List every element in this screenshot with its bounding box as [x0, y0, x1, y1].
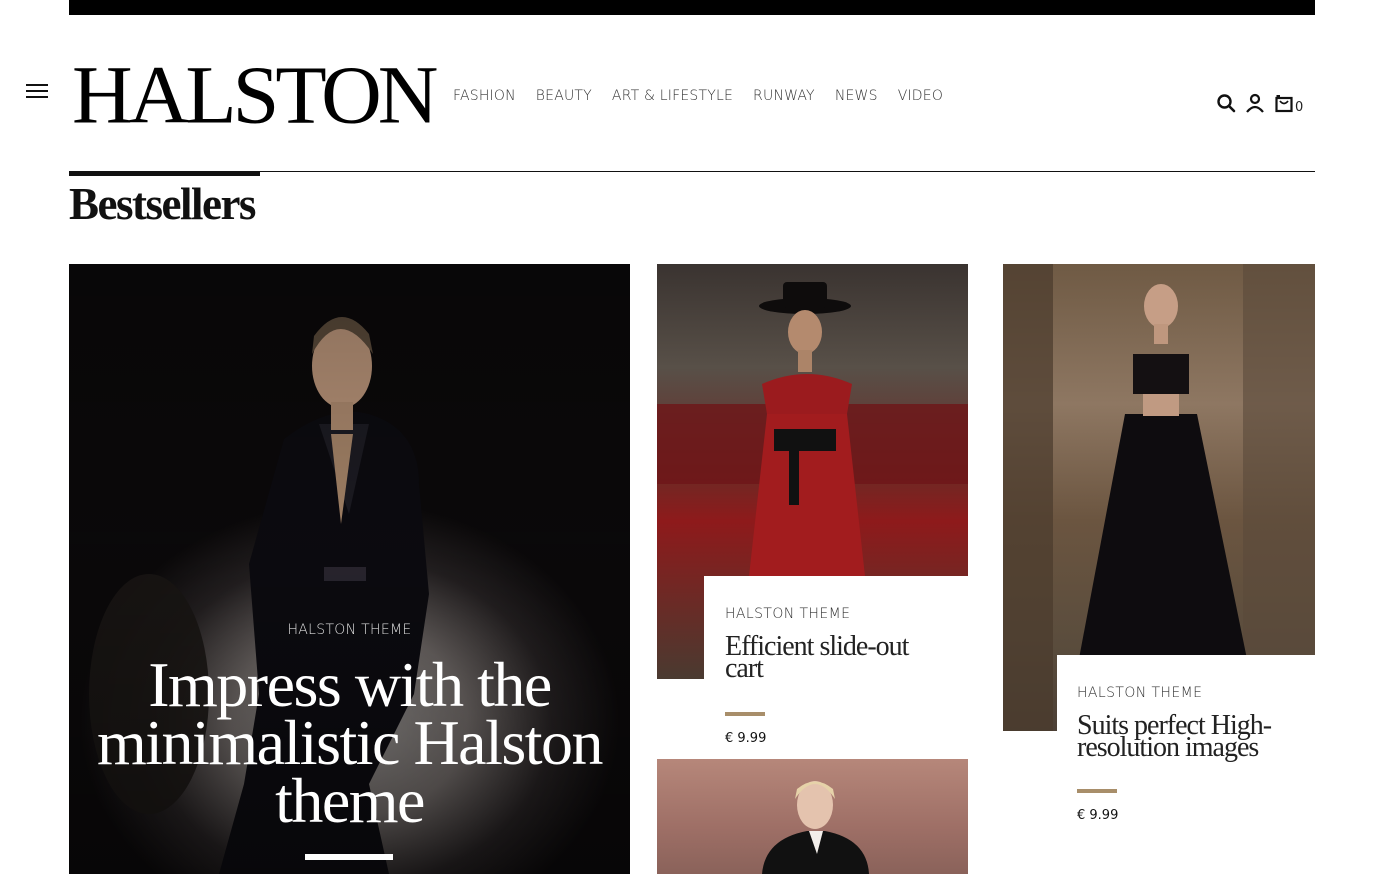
section-title: Bestsellers [69, 179, 256, 229]
user-icon[interactable] [1245, 92, 1265, 114]
product-accent-bar [725, 712, 765, 716]
product-title[interactable]: Efficient slide-out cart [725, 633, 948, 683]
cart-count-badge[interactable]: 0 [1295, 100, 1303, 115]
hero-title[interactable]: Impress with the minimalistic Halston th… [89, 653, 610, 833]
product-price: € 9.99 [1077, 808, 1119, 823]
product-accent-bar [1077, 789, 1117, 793]
product-price: € 9.99 [725, 731, 767, 746]
hero-kicker: HALSTON THEME [287, 622, 412, 638]
cart-icon[interactable] [1274, 92, 1294, 114]
menu-icon[interactable] [26, 84, 48, 100]
nav-item-runway[interactable]: RUNWAY [753, 88, 815, 104]
hero-accent-bar [305, 854, 393, 860]
product-info-panel: HALSTON THEME Efficient slide-out cart €… [704, 576, 968, 746]
product-model-image [762, 781, 869, 874]
nav-item-news[interactable]: NEWS [835, 88, 878, 104]
main-nav: FASHION BEAUTY ART & LIFESTYLE RUNWAY NE… [453, 88, 963, 104]
product-card-high-resolution[interactable]: HALSTON THEME Suits perfect High-resolut… [1003, 264, 1315, 854]
product-image[interactable] [657, 759, 968, 874]
section-divider-accent [69, 171, 260, 176]
header-utilities: 0 [1216, 92, 1303, 115]
product-title[interactable]: Suits perfect High-resolution images [1077, 712, 1295, 762]
product-info-panel: HALSTON THEME Suits perfect High-resolut… [1057, 655, 1315, 854]
top-announcement-bar [69, 0, 1315, 15]
nav-item-beauty[interactable]: BEAUTY [536, 88, 592, 104]
nav-item-video[interactable]: VIDEO [898, 88, 943, 104]
product-kicker: HALSTON THEME [725, 606, 851, 622]
hero-card[interactable]: HALSTON THEME Impress with the minimalis… [69, 264, 630, 874]
product-card-3[interactable] [657, 759, 968, 874]
nav-item-fashion[interactable]: FASHION [453, 88, 516, 104]
product-kicker: HALSTON THEME [1077, 685, 1203, 701]
product-card-efficient-cart[interactable]: HALSTON THEME Efficient slide-out cart €… [657, 264, 968, 746]
search-icon[interactable] [1216, 92, 1236, 114]
nav-item-art-lifestyle[interactable]: ART & LIFESTYLE [612, 88, 733, 104]
site-logo[interactable]: HALSTON [72, 54, 438, 136]
